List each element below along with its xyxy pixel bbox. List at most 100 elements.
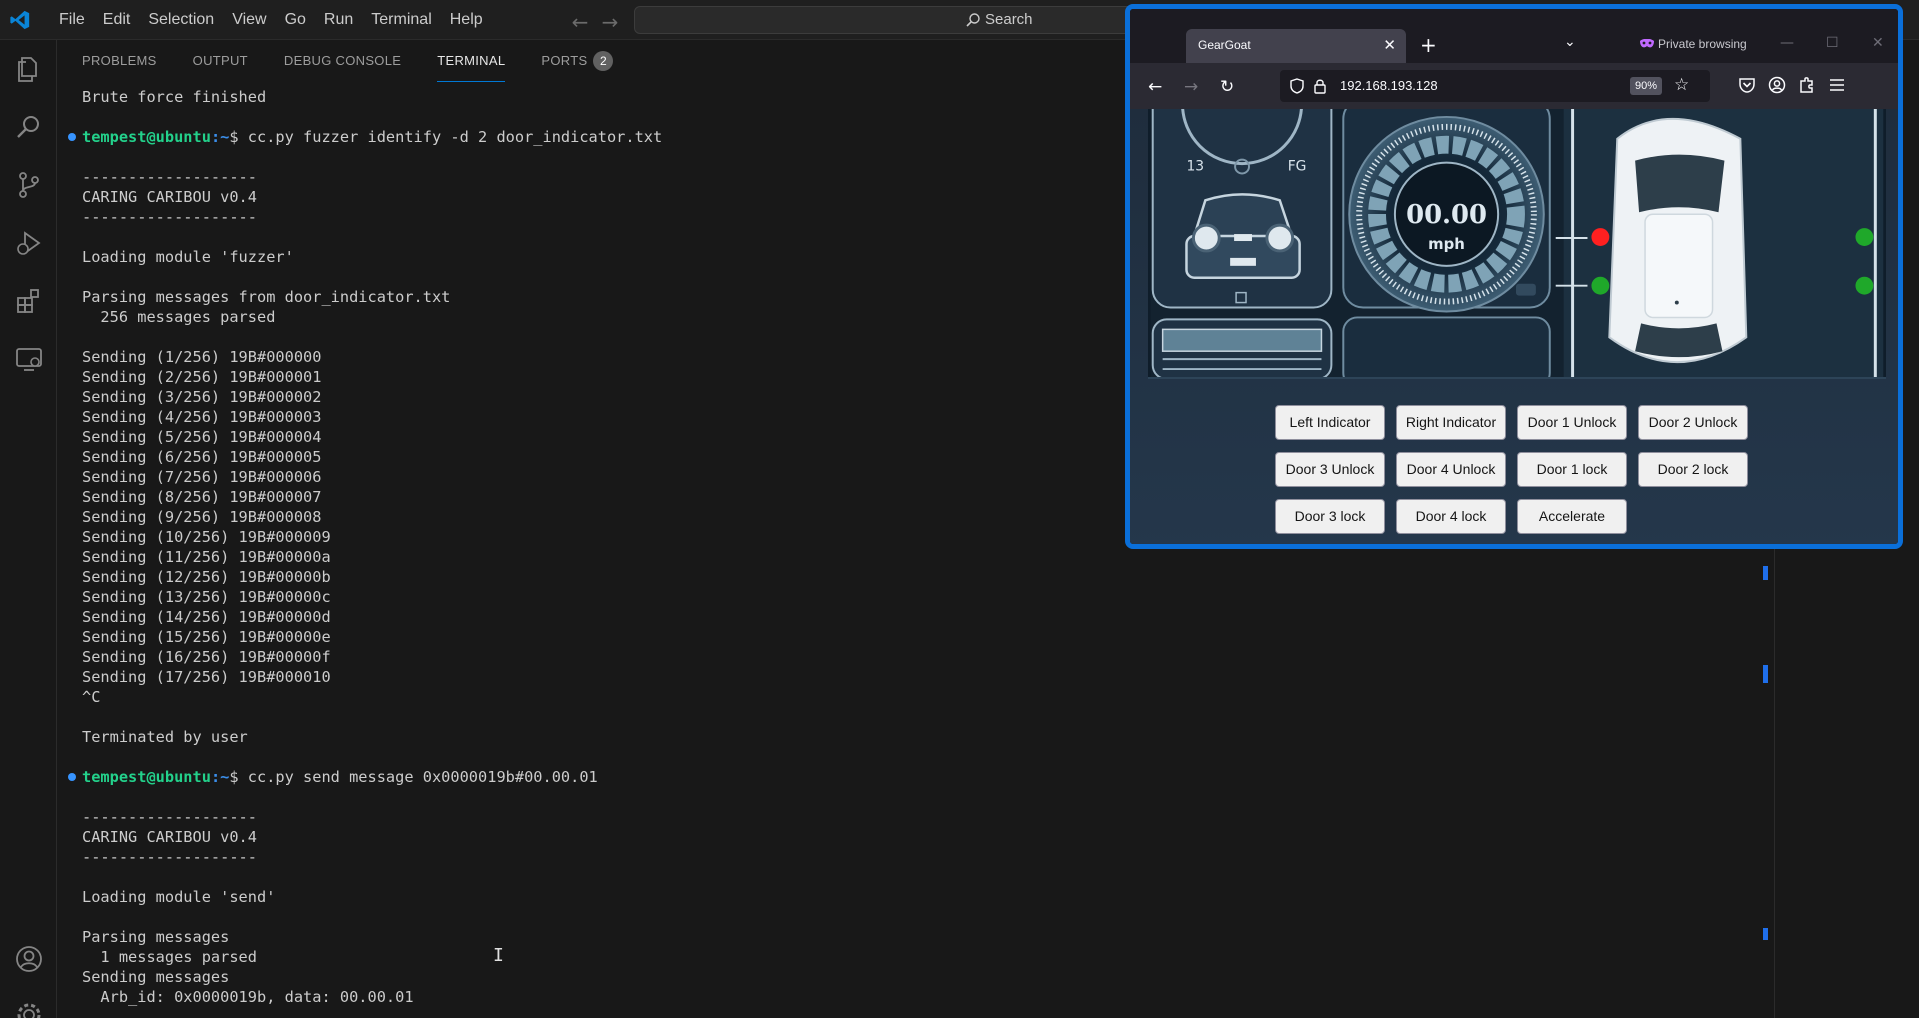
hamburger-menu-icon[interactable] [1828,76,1846,94]
left-indicator-button[interactable]: Left Indicator [1275,405,1385,440]
vscode-logo-icon[interactable] [8,9,32,31]
door-1-lock-button[interactable]: Door 1 lock [1517,452,1627,487]
list-tabs-chevron-icon[interactable]: ⌄ [1564,34,1576,50]
pocket-icon[interactable] [1738,76,1756,94]
zoom-indicator[interactable]: 90% [1630,77,1662,95]
door-2-unlock-button[interactable]: Door 2 Unlock [1638,405,1748,440]
scroll-marker [1763,665,1768,683]
terminal-line: Parsing messages from door_indicator.txt [82,288,451,306]
forward-arrow-icon[interactable]: → [595,12,625,32]
terminal-line: Sending (15/256) 19B#00000e [82,628,331,646]
terminal-line: ^C [82,688,101,706]
text-cursor-icon: I [493,945,504,966]
terminal-line: ------------------- [82,168,257,186]
terminal-line: Arb_id: 0x0000019b, data: 00.00.01 [82,988,414,1006]
terminal-line: Sending (3/256) 19B#000002 [82,388,322,406]
extensions-puzzle-icon[interactable] [1798,76,1816,94]
tab-debug-console[interactable]: DEBUG CONSOLE [259,40,412,76]
terminal-line: 256 messages parsed [82,308,276,326]
browser-forward-icon[interactable]: → [1184,77,1198,97]
prompt-symbol: $ [229,768,248,786]
source-control-icon[interactable] [14,170,44,200]
tab-output[interactable]: OUTPUT [168,40,259,76]
terminal-prompt-line: tempest@ubuntu:~$ cc.py send message 0x0… [68,767,1162,787]
remote-explorer-icon[interactable] [14,344,44,374]
speedometer-value: 00.00 [1406,200,1487,230]
accounts-icon[interactable] [14,944,44,974]
door-2-lock-button[interactable]: Door 2 lock [1638,452,1748,487]
search-view-icon[interactable] [14,112,44,142]
tracking-shield-icon[interactable] [1290,78,1304,94]
terminal-line: Sending (5/256) 19B#000004 [82,428,322,446]
maximize-icon[interactable]: ☐ [1826,35,1839,51]
menu-go[interactable]: Go [276,11,315,29]
menu-run[interactable]: Run [315,11,362,29]
command-decoration-icon[interactable] [68,773,76,781]
accelerate-button[interactable]: Accelerate [1517,499,1627,534]
gauge-left-label: 13 [1186,159,1204,175]
browser-tab-geargoat[interactable]: GearGoat ✕ [1186,29,1406,63]
prompt-path: :~ [210,768,230,786]
tab-problems[interactable]: PROBLEMS [57,40,168,76]
prompt-command: cc.py fuzzer identify -d 2 door_indicato… [247,128,663,146]
browser-back-icon[interactable]: ← [1148,77,1162,97]
terminal-line: Sending (1/256) 19B#000000 [82,348,322,366]
menu-help[interactable]: Help [441,11,492,29]
tab-ports[interactable]: PORTS 2 [516,40,624,76]
menu-bar: File Edit Selection View Go Run Terminal… [50,0,492,40]
menu-file[interactable]: File [50,11,94,29]
minimize-icon[interactable]: — [1780,35,1794,51]
command-decoration-icon[interactable] [68,133,76,141]
search-icon [966,13,980,27]
right-indicator-button[interactable]: Right Indicator [1396,405,1506,440]
scroll-marker [1763,566,1768,580]
menu-terminal[interactable]: Terminal [362,11,440,29]
lock-icon[interactable] [1314,78,1326,94]
browser-nav-bar: ← → ↻ 192.168.193.128 90% ☆ [1130,63,1898,109]
new-tab-icon[interactable]: + [1420,33,1437,57]
terminal-line: Sending (13/256) 19B#00000c [82,588,331,606]
terminal-line: Sending (7/256) 19B#000006 [82,468,322,486]
run-debug-icon[interactable] [14,228,44,258]
terminal-line: Sending (9/256) 19B#000008 [82,508,322,526]
close-tab-icon[interactable]: ✕ [1383,36,1396,54]
indicator-light-rear-left [1591,276,1610,295]
terminal-line: Sending (2/256) 19B#000001 [82,368,322,386]
door-3-unlock-button[interactable]: Door 3 Unlock [1275,452,1385,487]
menu-view[interactable]: View [223,11,275,29]
geargoat-page: 13 FG 00.00 mph Left Indicator Right Ind… [1130,109,1898,544]
window-close-icon[interactable]: ✕ [1872,35,1884,51]
search-label: Search [985,11,1033,28]
door-4-lock-button[interactable]: Door 4 lock [1396,499,1506,534]
prompt-command: cc.py send message 0x0000019b#00.00.01 [247,768,598,786]
door-1-unlock-button[interactable]: Door 1 Unlock [1517,405,1627,440]
terminal-line: 1 messages parsed [82,948,257,966]
account-icon[interactable] [1768,76,1786,94]
settings-gear-icon[interactable] [14,1000,44,1018]
terminal-line: CARING CARIBOU v0.4 [82,188,257,206]
url-bar[interactable]: 192.168.193.128 90% ☆ [1280,70,1710,102]
extensions-icon[interactable] [14,286,44,316]
scroll-marker [1763,928,1768,940]
menu-edit[interactable]: Edit [94,11,140,29]
terminal-line: Brute force finished [82,88,267,106]
car-dashboard-illustration: 13 FG 00.00 mph [1148,109,1886,379]
reload-icon[interactable]: ↻ [1220,77,1234,97]
terminal-output[interactable]: Brute force finished tempest@ubuntu:~$ cc… [68,87,1162,1007]
door-4-unlock-button[interactable]: Door 4 Unlock [1396,452,1506,487]
back-arrow-icon[interactable]: ← [565,12,595,32]
menu-selection[interactable]: Selection [139,11,223,29]
terminal-line: Sending (16/256) 19B#00000f [82,648,331,666]
door-3-lock-button[interactable]: Door 3 lock [1275,499,1385,534]
command-center-search[interactable]: Search [634,6,1134,34]
terminal-line: Sending (10/256) 19B#000009 [82,528,331,546]
explorer-icon[interactable] [14,54,44,84]
bookmark-star-icon[interactable]: ☆ [1674,75,1689,95]
tab-terminal[interactable]: TERMINAL [412,40,516,82]
terminal-line: Terminated by user [82,728,248,746]
